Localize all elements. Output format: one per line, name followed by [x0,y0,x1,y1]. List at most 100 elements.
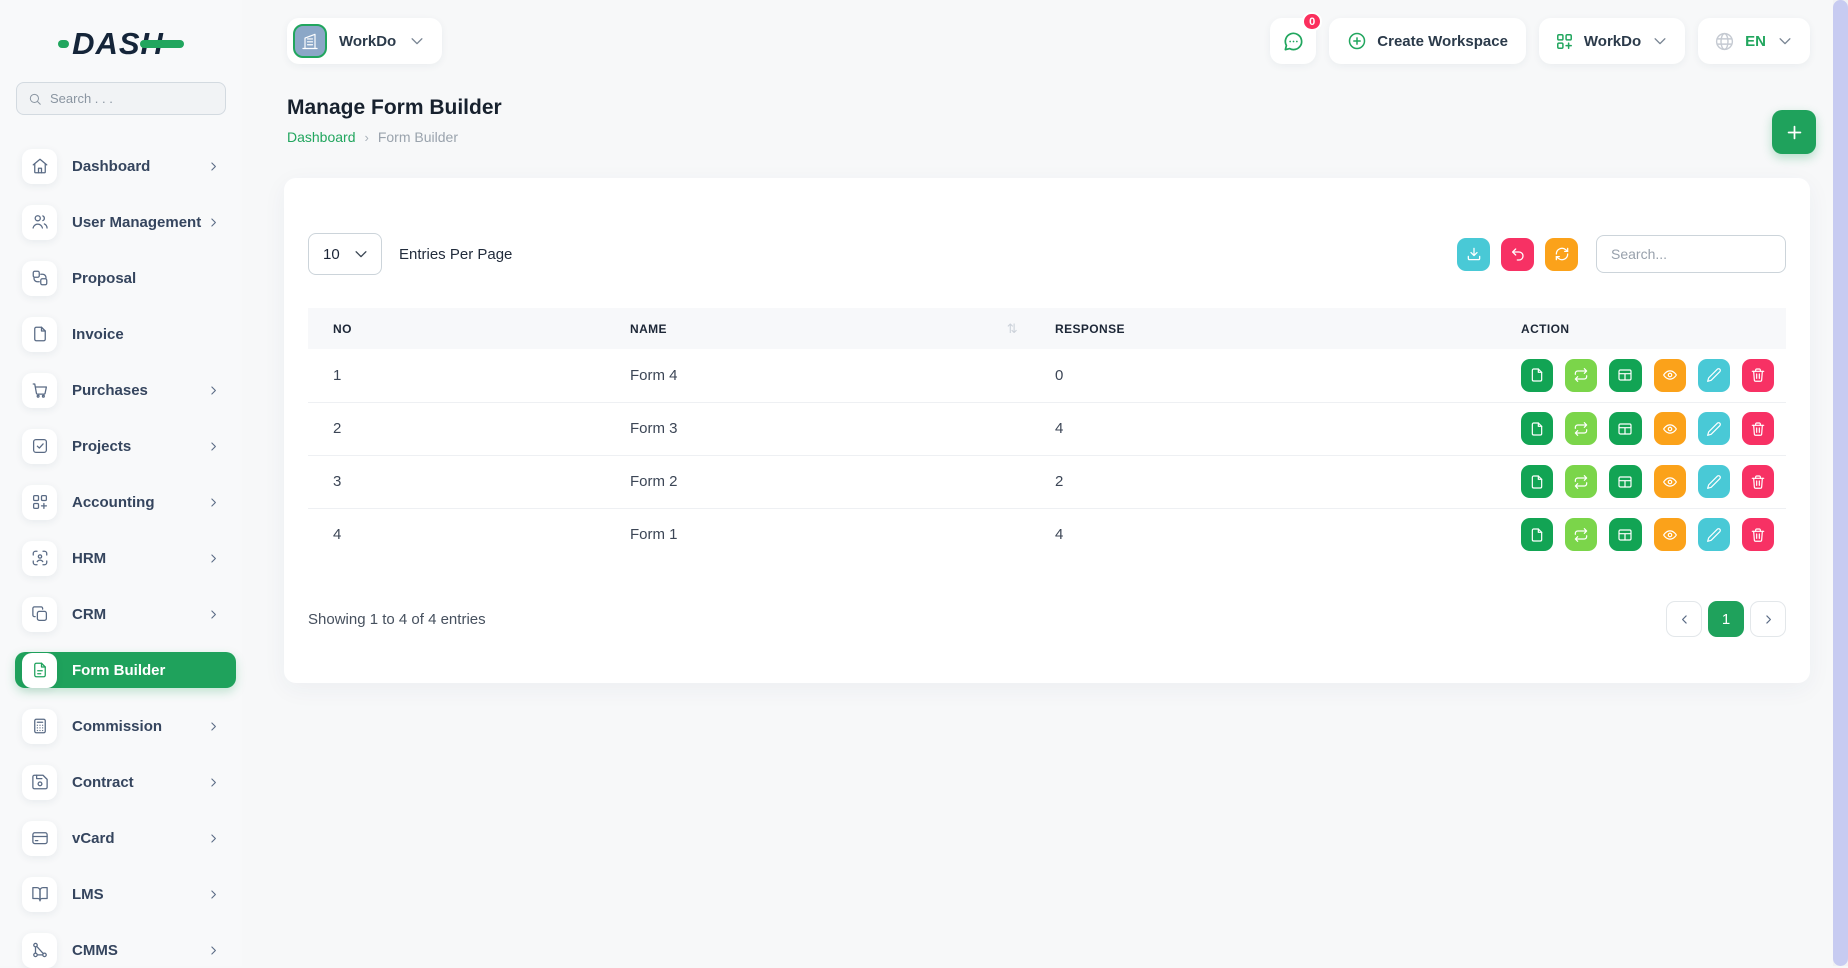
back-button[interactable] [1501,238,1534,271]
language-selector[interactable]: EN [1698,18,1810,64]
sidebar-menu: Dashboard User Management Proposal Invoi… [0,148,242,968]
sidebar-item-user-management[interactable]: User Management [15,204,236,240]
pagination: 1 [1666,601,1786,637]
sidebar-item-vcard[interactable]: vCard [15,820,236,856]
repeat-icon [1573,474,1589,490]
pagination-prev-button[interactable] [1666,601,1702,637]
chevron-down-icon [1651,32,1669,50]
pencil-icon [1706,474,1722,490]
file-icon [1529,527,1545,543]
sidebar-search-input[interactable] [50,91,214,106]
responses-table-button[interactable] [1609,359,1641,392]
entries-per-page-select[interactable]: 10 [308,233,382,275]
breadcrumb-dashboard-link[interactable]: Dashboard [287,129,356,145]
delete-button[interactable] [1742,518,1774,551]
sidebar-item-invoice[interactable]: Invoice [15,316,236,352]
chevron-right-icon [207,720,220,733]
edit-button[interactable] [1698,465,1730,498]
create-workspace-button[interactable]: Create Workspace [1329,18,1526,64]
sidebar-item-hrm[interactable]: HRM [15,540,236,576]
edit-button[interactable] [1698,412,1730,445]
integration-button[interactable] [1565,359,1597,392]
trash-icon [1750,421,1766,437]
sidebar-item-crm[interactable]: CRM [15,596,236,632]
cell-name: Form 3 [605,402,1030,455]
duplicate-form-button[interactable] [1521,359,1553,392]
sidebar-item-label: Purchases [72,382,148,399]
column-header-no[interactable]: NO [308,308,605,349]
page-scrollbar-thumb[interactable] [1833,0,1848,966]
export-button[interactable] [1457,238,1490,271]
pagination-next-button[interactable] [1750,601,1786,637]
cell-response: 0 [1030,349,1496,402]
check-square-icon [22,429,57,464]
save-icon [22,765,57,800]
preview-button[interactable] [1654,518,1686,551]
column-header-response[interactable]: RESPONSE [1030,308,1496,349]
column-header-name[interactable]: NAME⇅ [605,308,1030,349]
breadcrumb-current: Form Builder [378,129,458,145]
sidebar-item-label: Proposal [72,270,136,287]
entries-per-page-value: 10 [323,246,340,263]
sidebar-item-label: HRM [72,550,106,567]
delete-button[interactable] [1742,465,1774,498]
repeat-icon [1573,367,1589,383]
pencil-icon [1706,527,1722,543]
page-scrollbar-track [1833,0,1848,966]
sidebar-item-label: CRM [72,606,106,623]
pagination-page-1[interactable]: 1 [1708,601,1744,637]
sidebar-item-form-builder[interactable]: Form Builder [15,652,236,688]
responses-table-button[interactable] [1609,465,1641,498]
sort-icon[interactable]: ⇅ [1007,321,1018,337]
sidebar-item-contract[interactable]: Contract [15,764,236,800]
integration-button[interactable] [1565,412,1597,445]
edit-button[interactable] [1698,359,1730,392]
sidebar-item-accounting[interactable]: Accounting [15,484,236,520]
integration-button[interactable] [1565,518,1597,551]
trash-icon [1750,527,1766,543]
edit-button[interactable] [1698,518,1730,551]
sidebar-item-proposal[interactable]: Proposal [15,260,236,296]
refresh-icon [1554,246,1570,262]
sidebar-item-cmms[interactable]: CMMS [15,932,236,968]
responses-table-button[interactable] [1609,518,1641,551]
language-label: EN [1745,33,1766,50]
building-icon [293,24,327,58]
cell-no: 4 [308,508,605,561]
cell-name: Form 4 [605,349,1030,402]
sidebar-item-lms[interactable]: LMS [15,876,236,912]
workspace-switcher[interactable]: WorkDo [287,18,442,64]
delete-button[interactable] [1742,412,1774,445]
delete-button[interactable] [1742,359,1774,392]
table-icon [1617,474,1633,490]
table-controls: 10 Entries Per Page [308,233,1786,275]
eye-icon [1662,421,1678,437]
row-actions [1521,412,1774,445]
users-icon [22,205,57,240]
responses-table-button[interactable] [1609,412,1641,445]
preview-button[interactable] [1654,412,1686,445]
integration-button[interactable] [1565,465,1597,498]
duplicate-form-button[interactable] [1521,465,1553,498]
refresh-button[interactable] [1545,238,1578,271]
messages-button[interactable]: 0 [1270,18,1316,64]
sidebar-item-projects[interactable]: Projects [15,428,236,464]
sidebar-item-purchases[interactable]: Purchases [15,372,236,408]
preview-button[interactable] [1654,465,1686,498]
duplicate-form-button[interactable] [1521,412,1553,445]
sidebar-item-commission[interactable]: Commission [15,708,236,744]
file-text-icon [22,653,57,688]
duplicate-form-button[interactable] [1521,518,1553,551]
credit-card-icon [22,821,57,856]
sidebar-search[interactable] [16,82,226,115]
chevron-right-icon [207,832,220,845]
sidebar-item-label: vCard [72,830,115,847]
pencil-icon [1706,421,1722,437]
table-search-input[interactable] [1596,235,1786,273]
sidebar-item-dashboard[interactable]: Dashboard [15,148,236,184]
sidebar-item-label: LMS [72,886,104,903]
add-form-button[interactable] [1772,110,1816,154]
account-menu[interactable]: WorkDo [1539,18,1685,64]
preview-button[interactable] [1654,359,1686,392]
repeat-icon [1573,527,1589,543]
